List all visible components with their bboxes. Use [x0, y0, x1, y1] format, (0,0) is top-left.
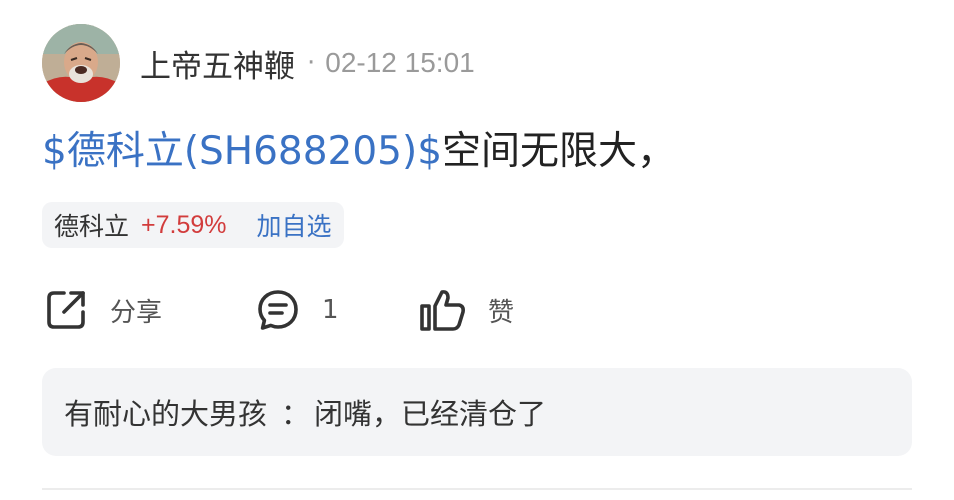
comment-author[interactable]: 有耐心的大男孩 [64, 391, 267, 433]
share-button[interactable]: 分享 [42, 282, 162, 338]
comment-button[interactable]: 1 [254, 282, 339, 338]
post-timestamp: 02-12 15:01 [325, 47, 475, 78]
post-actions: 分享 1 赞 [42, 282, 742, 338]
share-label: 分享 [110, 297, 163, 328]
thumbs-up-icon [418, 286, 468, 334]
meta-separator: · [307, 48, 316, 78]
stock-chip[interactable]: 德科立 +7.59% 加自选 [42, 202, 344, 248]
stock-link[interactable]: $德科立(SH688205)$ [42, 129, 442, 174]
divider [42, 488, 912, 490]
post-text: 空间无限大， [442, 129, 677, 174]
comment-colon: ： [281, 397, 311, 431]
like-button[interactable]: 赞 [418, 282, 514, 338]
share-out-icon [42, 286, 90, 334]
comment-count: 1 [322, 295, 339, 325]
comment-preview[interactable]: 有耐心的大男孩 ： 闭嘴，已经清仓了 [42, 368, 912, 456]
comment-bubble-icon [254, 286, 302, 334]
add-to-watchlist-button[interactable]: 加自选 [257, 207, 332, 243]
stock-chip-name: 德科立 [54, 212, 130, 241]
avatar[interactable] [42, 24, 120, 102]
author-name[interactable]: 上帝五神鞭 [140, 41, 295, 86]
comment-text: 闭嘴，已经清仓了 [314, 397, 547, 431]
post-content: $德科立(SH688205)$空间无限大， [42, 124, 676, 180]
post-meta: 上帝五神鞭 · 02-12 15:01 [140, 40, 475, 86]
stock-chip-change: +7.59% [141, 210, 227, 239]
like-label: 赞 [488, 297, 515, 328]
post-card: 上帝五神鞭 · 02-12 15:01 $德科立(SH688205)$空间无限大… [0, 0, 954, 500]
